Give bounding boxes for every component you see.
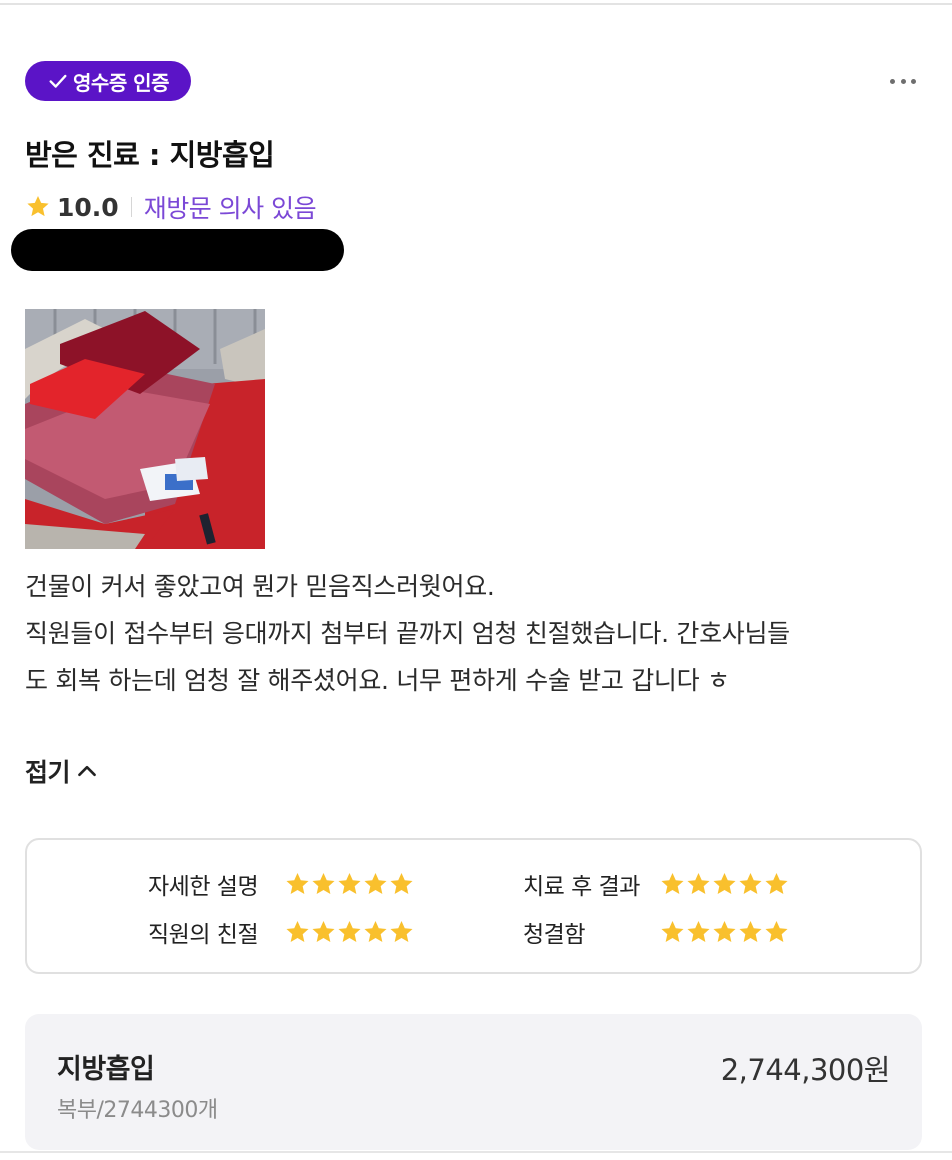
rating-score: 10.0 — [57, 192, 119, 222]
revisit-intent-label: 재방문 의사 있음 — [143, 194, 317, 223]
rating-item-result: 치료 후 결과 — [523, 867, 789, 901]
review-photo[interactable] — [25, 309, 265, 549]
star-icon — [765, 872, 788, 894]
star-icon — [364, 920, 387, 942]
review-line: 직원들이 접수부터 응대까지 첨부터 끝까지 엄청 친절했습니다. 간호사님들 — [25, 619, 790, 648]
star-icon — [661, 872, 684, 894]
divider — [130, 197, 132, 217]
collapse-button[interactable]: 접기 — [25, 752, 100, 790]
star-icon — [661, 920, 684, 942]
star-icon — [739, 920, 762, 942]
star-icon — [364, 872, 387, 894]
star-rating — [284, 871, 414, 898]
rating-item-label: 직원의 친절 — [148, 922, 259, 948]
star-rating — [284, 919, 414, 946]
treatment-title: 받은 진료 : 지방흡입 — [25, 138, 275, 172]
rating-item-label: 청결함 — [523, 922, 585, 948]
rating-item-cleanliness: 청결함 — [523, 915, 789, 949]
star-icon — [286, 920, 309, 942]
star-icon — [312, 920, 335, 942]
review-line: 건물이 커서 좋았고여 뭔가 믿음직스러웟어요. — [25, 572, 495, 601]
price-box: 지방흡입 복부/2744300개 2,744,300원 — [25, 1014, 922, 1150]
price-item-detail: 복부/2744300개 — [57, 1098, 218, 1123]
detail-ratings-box: 자세한 설명 치료 후 결과 직원의 친절 청결함 — [25, 838, 922, 974]
chevron-up-icon — [78, 765, 96, 777]
star-icon — [713, 872, 736, 894]
star-rating — [659, 919, 789, 946]
star-rating — [659, 871, 789, 898]
star-icon — [27, 195, 49, 217]
rating-row: 10.0 재방문 의사 있음 — [25, 190, 317, 224]
badge-label: 영수증 인증 — [73, 70, 169, 95]
star-icon — [739, 872, 762, 894]
bottom-divider — [0, 1151, 952, 1153]
rating-item-staff-kindness: 직원의 친절 — [148, 915, 414, 949]
receipt-verified-badge: 영수증 인증 — [25, 61, 191, 101]
star-icon — [312, 872, 335, 894]
star-icon — [390, 872, 413, 894]
price-amount: 2,744,300원 — [720, 1053, 891, 1087]
rating-item-explanation: 자세한 설명 — [148, 867, 414, 901]
star-icon — [286, 872, 309, 894]
top-divider — [0, 3, 952, 5]
redacted-info-bar — [11, 229, 344, 271]
star-icon — [765, 920, 788, 942]
star-icon — [713, 920, 736, 942]
more-options-button[interactable] — [886, 70, 920, 92]
more-horizontal-icon — [890, 78, 895, 84]
rating-item-label: 치료 후 결과 — [523, 874, 640, 900]
star-icon — [338, 920, 361, 942]
review-text: 건물이 커서 좋았고여 뭔가 믿음직스러웟어요. 직원들이 접수부터 응대까지 … — [25, 563, 925, 704]
star-icon — [687, 920, 710, 942]
star-icon — [390, 920, 413, 942]
rating-item-label: 자세한 설명 — [148, 874, 259, 900]
review-line: 도 회복 하는데 엄청 잘 해주셨어요. 너무 편하게 수술 받고 갑니다 ㅎ — [25, 666, 730, 695]
star-icon — [687, 872, 710, 894]
collapse-label: 접기 — [25, 758, 71, 787]
review-photo-image — [25, 309, 265, 549]
check-icon — [49, 74, 67, 88]
star-icon — [338, 872, 361, 894]
price-item-name: 지방흡입 — [57, 1054, 155, 1085]
